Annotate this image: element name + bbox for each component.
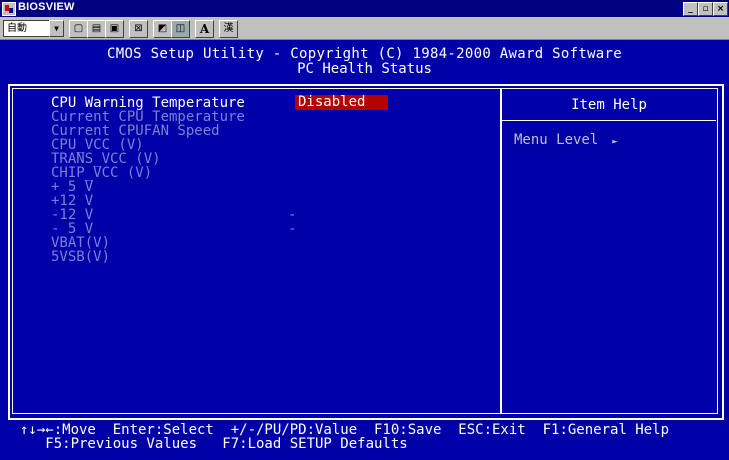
- minus5v-value: -: [288, 221, 297, 237]
- setting-cpu-warning-temperature[interactable]: CPU Warning Temperature: [51, 96, 245, 110]
- minus12v-value: -: [288, 207, 297, 223]
- toolbar: 自動 ▼ ▢ ▤ ▣ ⊠ ◩ ◫ A 漢: [0, 17, 729, 40]
- encoding-select[interactable]: 自動: [3, 20, 53, 37]
- menu-level-indicator: Menu Level ►: [514, 132, 618, 148]
- bios-page-title: PC Health Status: [297, 61, 432, 77]
- key-help-line-2: F5:Previous Values F7:Load SETUP Default…: [20, 436, 408, 452]
- setting-chip-vcc: CHIP_VCC (V): [51, 165, 153, 181]
- new-icon[interactable]: ▢: [69, 20, 88, 38]
- right-arrow-icon: ►: [612, 137, 618, 147]
- setting-plus5v: + 5 V: [51, 179, 94, 195]
- setting-minus12v: -12 V: [51, 207, 94, 223]
- setting-trans-vcc: TRANS_VCC (V): [51, 151, 161, 167]
- fullscreen-icon[interactable]: ⊠: [129, 20, 148, 38]
- help-panel-divider: [500, 88, 502, 414]
- window-icon[interactable]: ◫: [171, 20, 190, 38]
- setting-minus5v: - 5 V: [51, 221, 94, 237]
- paste-icon[interactable]: ▣: [105, 20, 124, 38]
- encoding-dropdown-button[interactable]: ▼: [49, 20, 64, 37]
- bios-header-title: CMOS Setup Utility - Copyright (C) 1984-…: [107, 46, 622, 62]
- setting-current-cpu-temperature: Current CPU Temperature: [51, 109, 245, 125]
- setting-5vsb: 5VSB(V): [51, 249, 111, 265]
- setting-cpu-vcc: CPU_VCC (V): [51, 137, 144, 153]
- setting-plus12v: +12 V: [51, 193, 94, 209]
- cpu-warning-temperature-value[interactable]: Disabled: [295, 95, 388, 110]
- item-help-title: Item Help: [571, 97, 647, 113]
- setting-vbat: VBAT(V): [51, 235, 111, 251]
- font-a-button[interactable]: A: [195, 20, 214, 38]
- copy-icon[interactable]: ▤: [87, 20, 106, 38]
- window-title: BIOSVIEW: [18, 1, 75, 13]
- encoding-select-value: 自動: [7, 23, 27, 34]
- setting-current-cpufan-speed: Current CPUFAN Speed: [51, 123, 220, 139]
- app-icon: [2, 2, 16, 16]
- font-settings-icon[interactable]: ◩: [153, 20, 172, 38]
- minimize-button[interactable]: _: [683, 2, 698, 16]
- help-header-divider: [502, 120, 716, 121]
- window-title-bar: BIOSVIEW _ ▫ ×: [0, 0, 729, 17]
- close-button[interactable]: ×: [713, 2, 728, 16]
- kanji-button[interactable]: 漢: [219, 20, 238, 38]
- bios-screen: CMOS Setup Utility - Copyright (C) 1984-…: [0, 40, 729, 460]
- menu-level-label: Menu Level: [514, 132, 599, 148]
- maximize-button[interactable]: ▫: [698, 2, 713, 16]
